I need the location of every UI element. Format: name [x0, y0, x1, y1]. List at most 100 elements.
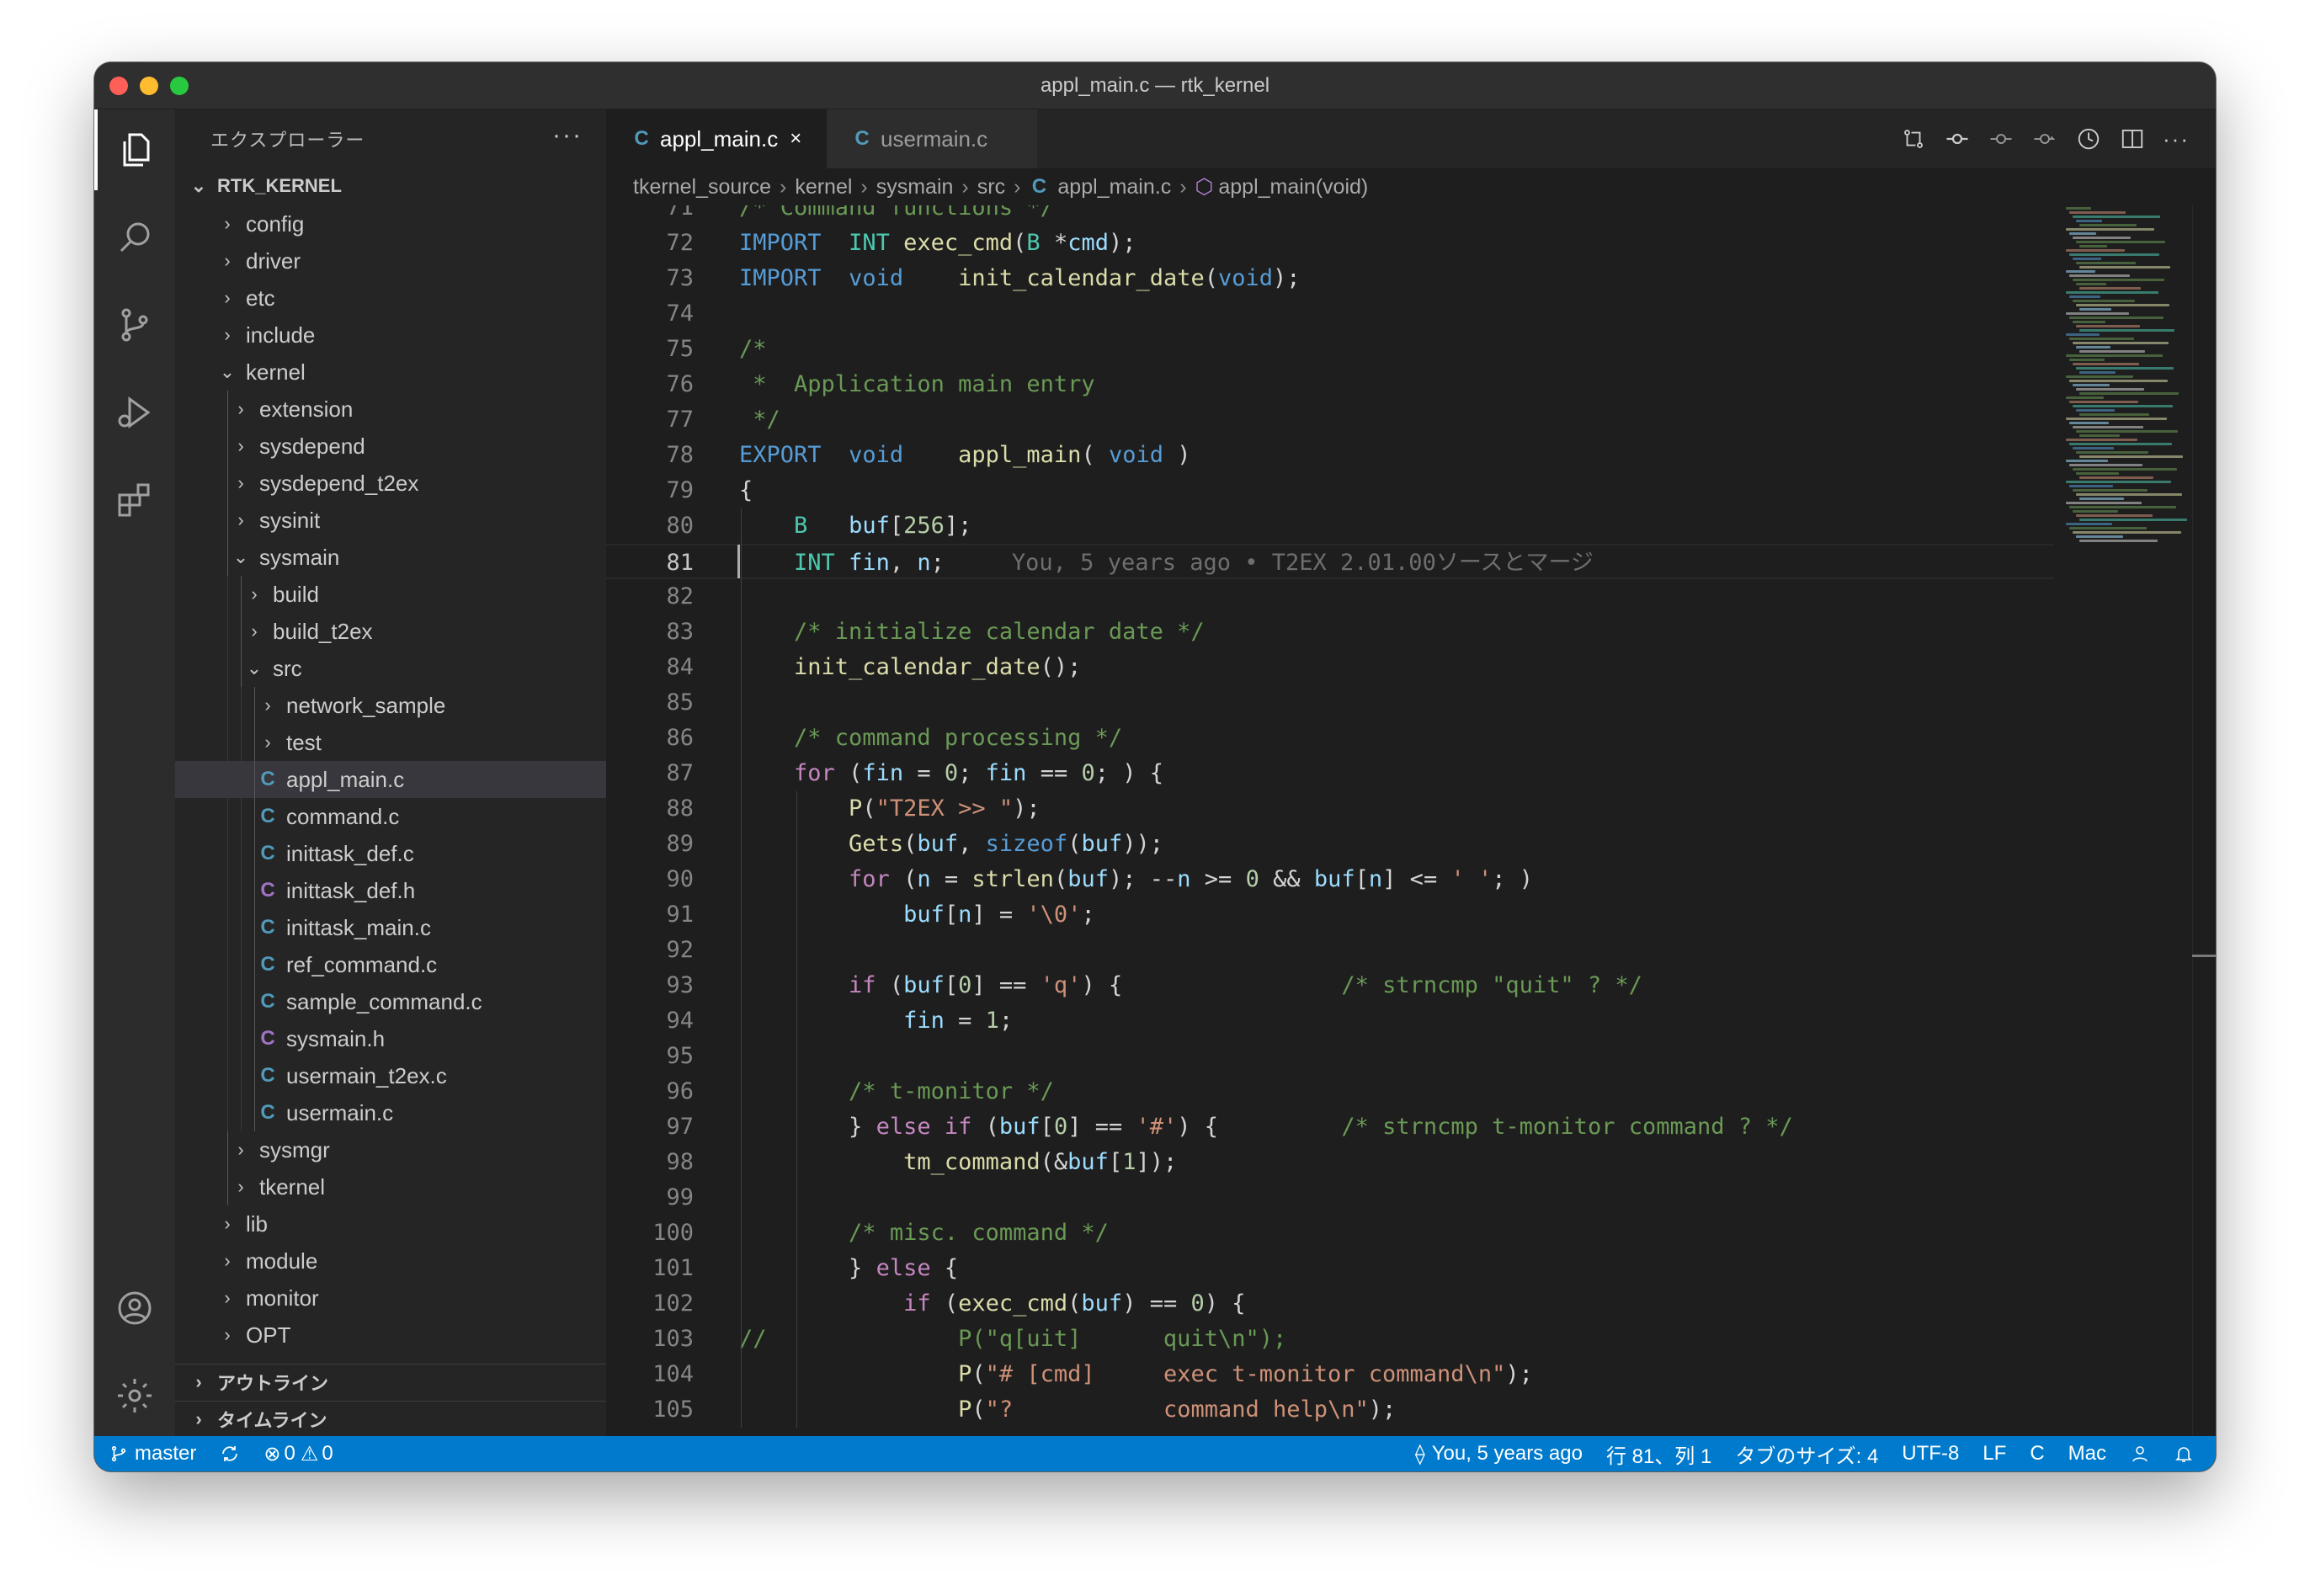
tree-file[interactable]: Csample_command.c — [175, 983, 606, 1020]
code-line[interactable]: 94 fin = 1; — [606, 1003, 2054, 1039]
code-line[interactable]: 74 — [606, 296, 2054, 332]
code-line[interactable]: 104 P("# [cmd] exec t-monitor command\n"… — [606, 1357, 2054, 1392]
vertical-scrollbar[interactable] — [2192, 205, 2216, 1436]
tree-folder[interactable]: › include — [175, 317, 606, 354]
code-line[interactable]: 99 — [606, 1180, 2054, 1216]
breadcrumb-item[interactable]: tkernel_source — [633, 175, 771, 200]
code-line[interactable]: 90 for (n = strlen(buf); --n >= 0 && buf… — [606, 862, 2054, 897]
previous-revision-icon[interactable] — [1987, 125, 2015, 153]
breadcrumb-item[interactable]: appl_main(void) — [1218, 175, 1368, 200]
breadcrumb-item[interactable]: sysmain — [876, 175, 954, 200]
tree-folder[interactable]: ⌄ sysmain — [175, 539, 606, 576]
tree-file[interactable]: Cinittask_main.c — [175, 909, 606, 946]
git-blame-status[interactable]: ⟠ You, 5 years ago — [1403, 1436, 1594, 1471]
open-changes-icon[interactable] — [1899, 125, 1928, 153]
code-line[interactable]: 96 /* t-monitor */ — [606, 1074, 2054, 1109]
tree-file[interactable]: Cinittask_def.h — [175, 872, 606, 909]
tree-file[interactable]: Cusermain_t2ex.c — [175, 1057, 606, 1094]
next-revision-icon[interactable] — [2031, 125, 2059, 153]
more-actions-icon[interactable]: ··· — [552, 121, 583, 150]
code-line[interactable]: 87 for (fin = 0; fin == 0; ) { — [606, 756, 2054, 791]
tree-folder[interactable]: › test — [175, 724, 606, 761]
language-mode[interactable]: C — [2018, 1436, 2056, 1471]
account-icon[interactable] — [94, 1268, 175, 1349]
code-line[interactable]: 100 /* misc. command */ — [606, 1216, 2054, 1251]
close-icon[interactable]: × — [790, 127, 801, 151]
code-line[interactable]: 105 P("? command help\n"); — [606, 1392, 2054, 1428]
code-line[interactable]: 78 EXPORT void appl_main( void ) — [606, 438, 2054, 473]
code-line[interactable]: 83 /* initialize calendar date */ — [606, 614, 2054, 650]
code-line[interactable]: 103 // P("q[uit] quit\n"); — [606, 1322, 2054, 1357]
scrollbar-thumb[interactable] — [2192, 955, 2216, 957]
code-line[interactable]: 86 /* command processing */ — [606, 721, 2054, 756]
outline-section[interactable]: › アウトライン — [175, 1364, 606, 1399]
code-line[interactable]: 84 init_calendar_date(); — [606, 650, 2054, 685]
settings-gear-icon[interactable] — [94, 1355, 175, 1436]
code-line[interactable]: 73 IMPORT void init_calendar_date(void); — [606, 261, 2054, 296]
problems-indicator[interactable]: ⊗ 0 ⚠ 0 — [252, 1436, 344, 1471]
encoding[interactable]: UTF-8 — [1890, 1436, 1971, 1471]
tree-folder[interactable]: › sysmgr — [175, 1131, 606, 1168]
tree-folder[interactable]: ⌄ kernel — [175, 354, 606, 391]
extensions-icon[interactable] — [94, 460, 175, 540]
platform[interactable]: Mac — [2057, 1436, 2118, 1471]
code-line[interactable]: 77 */ — [606, 402, 2054, 438]
code-line[interactable]: 92 — [606, 933, 2054, 968]
tab-appl-main[interactable]: C appl_main.c × — [606, 109, 827, 168]
tree-folder[interactable]: › lib — [175, 1205, 606, 1242]
tree-folder[interactable]: › monitor — [175, 1279, 606, 1317]
explorer-icon[interactable] — [94, 109, 175, 190]
notifications-bell-icon[interactable] — [2162, 1436, 2216, 1471]
tree-folder[interactable]: › sysinit — [175, 502, 606, 539]
tab-size[interactable]: タブのサイズ: 4 — [1723, 1436, 1890, 1471]
tree-file[interactable]: Ccommand.c — [175, 798, 606, 835]
code-line[interactable]: 88 P("T2EX >> "); — [606, 791, 2054, 827]
tree-folder[interactable]: › OPT — [175, 1317, 606, 1354]
search-icon[interactable] — [94, 197, 175, 278]
breadcrumb-item[interactable]: src — [977, 175, 1005, 200]
tree-folder[interactable]: › build_t2ex — [175, 613, 606, 650]
line-ending[interactable]: LF — [1971, 1436, 2018, 1471]
tree-folder[interactable]: › etc — [175, 279, 606, 317]
code-line[interactable]: 82 — [606, 579, 2054, 614]
cursor-position[interactable]: 行 81、列 1 — [1594, 1436, 1723, 1471]
branch-indicator[interactable]: master — [94, 1436, 208, 1471]
code-line[interactable]: 98 tm_command(&buf[1]); — [606, 1145, 2054, 1180]
tree-folder[interactable]: › tkernel — [175, 1168, 606, 1205]
code-line[interactable]: 102 if (exec_cmd(buf) == 0) { — [606, 1286, 2054, 1322]
code-line[interactable]: 89 Gets(buf, sizeof(buf)); — [606, 827, 2054, 862]
tree-file[interactable]: Cusermain.c — [175, 1094, 606, 1131]
code-line[interactable]: 79 { — [606, 473, 2054, 508]
tree-file[interactable]: Cappl_main.c — [175, 761, 606, 798]
timeline-section[interactable]: › タイムライン — [175, 1401, 606, 1436]
minimap[interactable] — [2066, 205, 2192, 593]
code-line[interactable]: 72 IMPORT INT exec_cmd(B *cmd); — [606, 226, 2054, 261]
code-line[interactable]: 95 — [606, 1039, 2054, 1074]
breadcrumb-item[interactable]: kernel — [795, 175, 852, 200]
tree-file[interactable]: Cref_command.c — [175, 946, 606, 983]
code-line[interactable]: 75 /* — [606, 332, 2054, 367]
tree-folder[interactable]: › sysdepend — [175, 428, 606, 465]
tree-folder[interactable]: › sysdepend_t2ex — [175, 465, 606, 502]
tree-folder[interactable]: › extension — [175, 391, 606, 428]
sync-icon[interactable] — [208, 1436, 252, 1471]
split-editor-icon[interactable] — [2118, 125, 2147, 153]
workspace-root[interactable]: ⌄ RTK_KERNEL — [175, 168, 606, 204]
feedback-icon[interactable] — [2118, 1436, 2162, 1471]
code-line[interactable]: 101 } else { — [606, 1251, 2054, 1286]
tree-folder[interactable]: › network_sample — [175, 687, 606, 724]
code-line[interactable]: 93 if (buf[0] == 'q') { /* strncmp "quit… — [606, 968, 2054, 1003]
code-line[interactable]: 97 } else if (buf[0] == '#') { /* strncm… — [606, 1109, 2054, 1145]
code-line[interactable]: 71 /* Command functions */ — [606, 205, 2054, 226]
tree-folder[interactable]: › build — [175, 576, 606, 613]
code-line[interactable]: 80 B buf[256]; — [606, 508, 2054, 544]
source-control-icon[interactable] — [94, 285, 175, 365]
more-actions-icon[interactable]: ··· — [2162, 125, 2190, 153]
tab-usermain[interactable]: C usermain.c — [827, 109, 1037, 168]
tree-file[interactable]: Csysmain.h — [175, 1020, 606, 1057]
code-line[interactable]: 91 buf[n] = '\0'; — [606, 897, 2054, 933]
git-commit-icon[interactable] — [1943, 125, 1972, 153]
tree-folder[interactable]: ⌄ src — [175, 650, 606, 687]
tree-file[interactable]: Cinittask_def.c — [175, 835, 606, 872]
code-line[interactable]: 81 INT fin, n; You, 5 years ago • T2EX 2.… — [606, 544, 2054, 579]
